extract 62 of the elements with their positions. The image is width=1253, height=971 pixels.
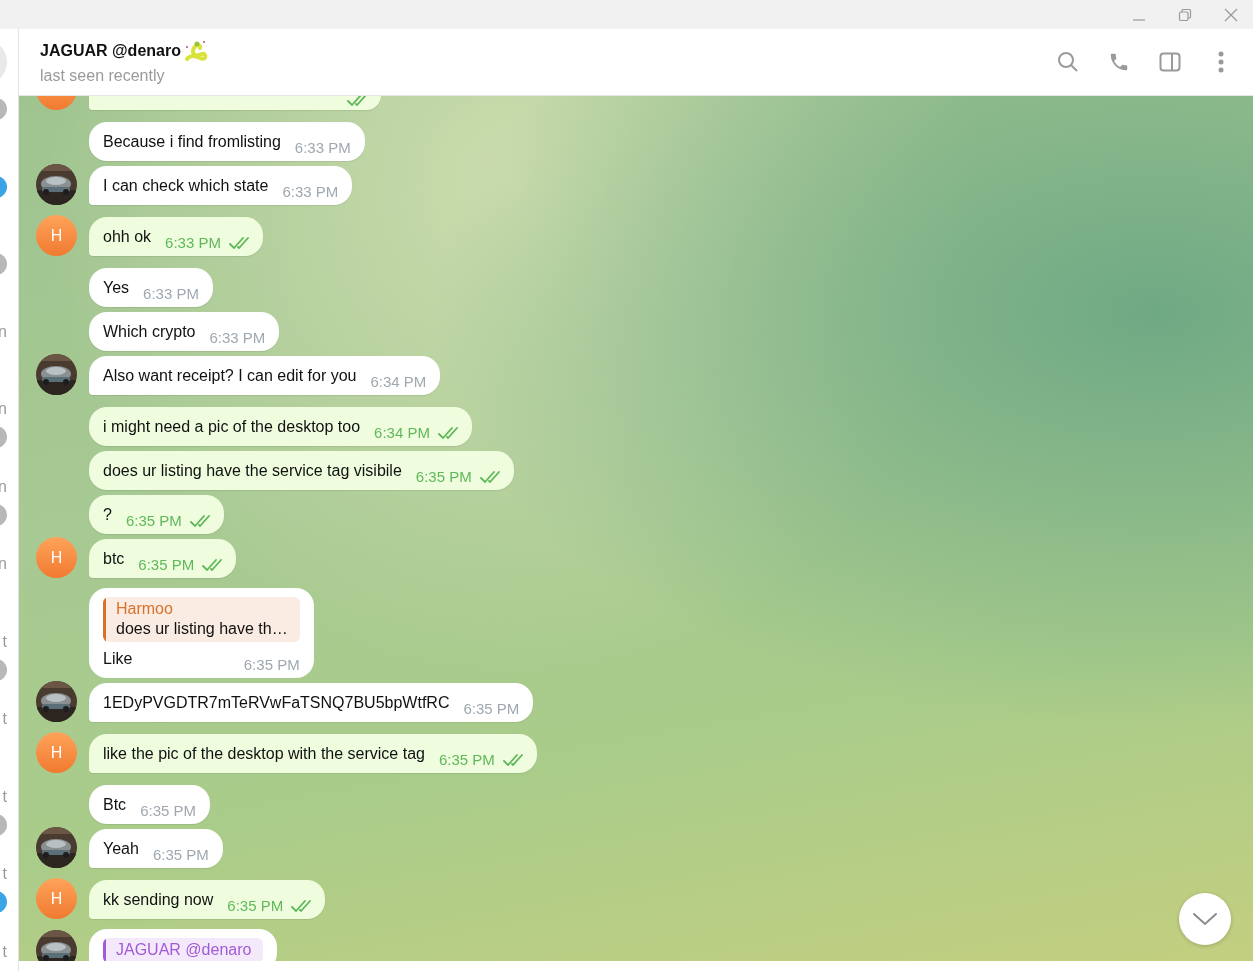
message-time: 6:35 PM [140,802,196,820]
message-time: 6:35 PM [138,556,195,574]
message-text: btc [103,549,125,569]
avatar-initial[interactable]: H [36,732,77,773]
message-time: 6:33 PM [282,183,339,201]
chat-time-fragment: n [0,555,7,573]
chat-time-fragment: t [2,865,7,883]
chat-title[interactable]: JAGUAR @denaro [40,42,181,60]
message-text: Like [103,649,133,669]
message-text: Yes [103,278,130,298]
chat-time-fragment: t [2,632,7,651]
message-text: Also want receipt? I can edit for you [103,366,357,386]
emoji-icon [182,39,209,63]
message-time: 6:35 PM [243,656,300,674]
chat-time-fragment: n [0,477,7,496]
message-time: 6:33 PM [209,329,266,347]
avatar-initial[interactable]: H [36,537,77,578]
message-text: Btc [103,795,127,815]
message-time: 6:33 PM [165,234,221,252]
chat-time-fragment: t [2,787,7,806]
reply-quote[interactable]: Harmoo does ur listing have th… [103,597,300,642]
phone-icon [1108,51,1130,73]
close-icon [1224,7,1238,22]
chat-time-fragment: t [2,942,7,961]
avatar-initial[interactable]: H [36,878,77,919]
panel-icon [1159,51,1181,73]
message-time: 6:34 PM [370,373,427,391]
chat-status: last seen recently [40,67,166,85]
avatar-initial[interactable]: H [36,215,77,256]
message-text: does ur listing have the service tag visibile [103,461,402,481]
message-time: 6:35 PM [415,468,472,486]
reply-author: Harmoo [116,600,174,618]
message-text: 1EDyPVGDTR7mTeRVwFaTSNQ7BU5bpWtfRC [103,693,450,713]
message-time: 6:35 PM [463,700,520,718]
chat-time-fragment: t [2,710,7,728]
message-time: 6:34 PM [374,424,430,442]
message-time: 6:35 PM [438,751,495,769]
message-time: 6:33 PM [143,285,199,303]
message-text: Yeah [103,839,139,859]
message-text: Because i find fromlisting [103,132,281,152]
message-time: 6:35 PM [125,512,182,530]
chevron-down-icon [1192,912,1218,926]
restore-icon [1178,7,1192,22]
message-time: 6:35 PM [227,897,284,915]
message-text: ? [103,505,112,525]
message-text: Which crypto [103,322,196,342]
message-time: 6:35 PM [152,846,209,864]
message-text: i might need a pic of the desktop too [103,417,361,437]
scroll-down-button[interactable] [1179,893,1231,945]
search-icon [1057,51,1079,73]
message-text: ohh ok [103,227,152,247]
reply-quote[interactable]: JAGUAR @denaro [103,938,264,961]
chat-time-fragment: n [0,322,7,341]
reply-text: does ur listing have th… [116,620,288,638]
message-text: I can check which state [103,176,269,196]
more-icon [1217,51,1225,73]
reply-author: JAGUAR @denaro [116,941,252,959]
minimize-icon [1132,18,1146,21]
message-time: 6:33 PM [294,139,351,157]
message-text: kk sending now [103,890,214,910]
chat-time-fragment: n [0,400,7,418]
message-text: like the pic of the desktop with the service tag [103,744,425,764]
